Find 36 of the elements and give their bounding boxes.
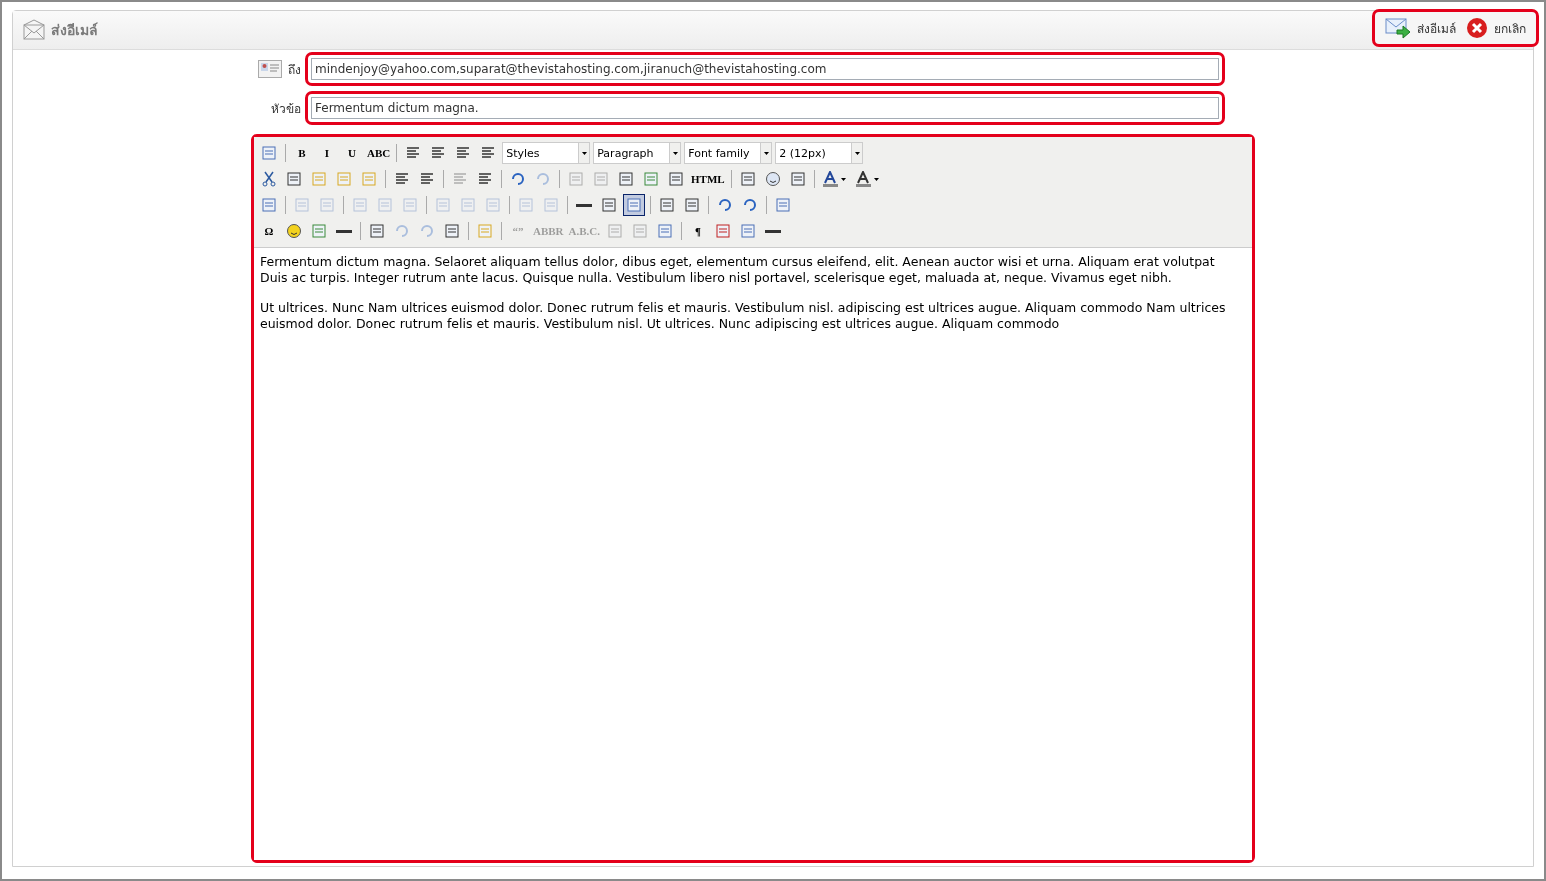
toolbar-button[interactable]: Ω — [258, 220, 280, 242]
toolbar-button[interactable]: ABC — [366, 142, 392, 164]
bullet-list-icon — [394, 171, 410, 187]
send-email-button[interactable]: ส่งอีเมล์ — [1383, 15, 1458, 41]
cancel-button[interactable]: ยกเลิก — [1464, 15, 1528, 41]
caret-icon — [763, 151, 769, 155]
contact-card-icon[interactable] — [258, 60, 282, 78]
caret-icon — [581, 151, 587, 155]
dropdown[interactable]: Styles — [502, 142, 591, 164]
subject-label: หัวข้อ — [271, 100, 301, 118]
toolbar-button[interactable]: ¶ — [687, 220, 710, 242]
to-field[interactable]: mindenjoy@yahoo.com,suparat@thevistahosting.com,jiranuch@thevistahosting.com — [311, 58, 1219, 80]
close-icon — [1466, 17, 1488, 39]
toolbar-button[interactable]: B — [291, 142, 313, 164]
toolbar-button[interactable]: I — [316, 142, 338, 164]
undo-icon — [510, 171, 526, 187]
page-title: ส่งอีเมล์ — [51, 21, 98, 40]
toolbar-button[interactable]: U — [341, 142, 363, 164]
toolbar-button[interactable] — [623, 194, 645, 216]
envelope-arrow-icon — [1385, 17, 1411, 39]
body-paragraph: Ut ultrices. Nunc Nam ultrices euismod dolor. Donec rutrum felis et mauris. Vestibulum nisl. adipiscing est ultrices augue. Aliquam commodo Nam ultrices euismod dolor. Donec rutrum felis et mauris. Vestibulum nisl. Ut ultrices. Nunc adipiscing est ultrices augue. Aliquam commodo — [260, 300, 1227, 332]
toolbar-button[interactable]: HTML — [690, 168, 726, 190]
subject-field[interactable]: Fermentum dictum magna. — [311, 97, 1219, 119]
envelope-icon — [23, 19, 45, 41]
redo-icon — [535, 171, 551, 187]
smiley-icon — [286, 223, 302, 239]
text-color-icon — [821, 171, 848, 187]
caret-icon — [672, 151, 678, 155]
dropdown[interactable]: 2 (12px) — [775, 142, 864, 164]
cut-icon — [261, 171, 277, 187]
caret-icon — [854, 151, 860, 155]
align-left-icon — [405, 145, 422, 161]
dropdown[interactable]: Paragraph — [593, 142, 682, 164]
to-label: ถึง — [288, 61, 301, 79]
body-paragraph: Fermentum dictum magna. Selaoret aliquam tellus dolor, dibus eget, elementum cursus eleifend, elit. Aenean auctor wisi et urna. Aliquam erat volutpat Duis ac turpis. Integer rutrum ante lacus. Quisque nulla. Vestibulum libero nisl portavel, scelerisque eget, maluada at, neque. Vivamus eget nibh. — [260, 254, 1216, 286]
dropdown[interactable]: Font family — [684, 142, 773, 164]
